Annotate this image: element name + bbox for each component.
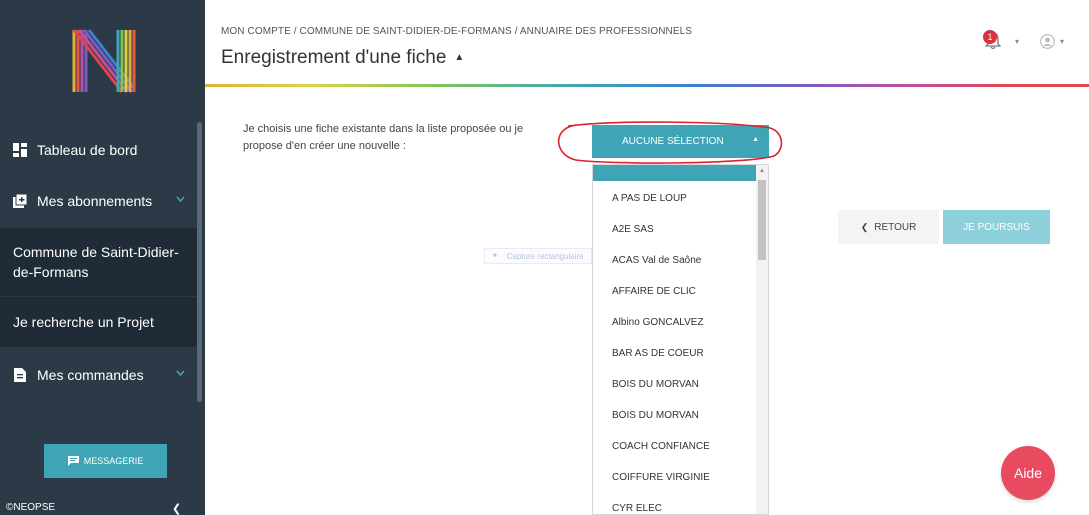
- dropdown-scrollbar[interactable]: ▲: [756, 165, 768, 514]
- dropdown-option[interactable]: A2E SAS: [612, 224, 654, 235]
- sidebar-item-dashboard[interactable]: Tableau de bord: [0, 125, 197, 175]
- fiche-dropdown-list[interactable]: A PAS DE LOUP A2E SAS ACAS Val de Saône …: [592, 164, 769, 515]
- dropdown-option[interactable]: BAR AS DE COEUR: [612, 348, 704, 359]
- dropdown-option[interactable]: AFFAIRE DE CLIC: [612, 286, 696, 297]
- sidebar-item-label: Commune de Saint-Didier-de-Formans: [13, 244, 179, 280]
- page-title-text: Enregistrement d'une fiche: [221, 47, 447, 68]
- dropdown-option[interactable]: COACH CONFIANCE: [612, 441, 710, 452]
- notification-badge: 1: [983, 30, 997, 44]
- sidebar-item-orders[interactable]: Mes commandes: [0, 350, 197, 400]
- continue-button[interactable]: JE POURSUIS: [943, 210, 1050, 244]
- back-button-label: RETOUR: [874, 221, 917, 233]
- dropdown-option[interactable]: A PAS DE LOUP: [612, 193, 687, 204]
- chevron-down-icon: [176, 196, 185, 202]
- dashboard-icon: [13, 143, 27, 157]
- sidebar-scrollbar[interactable]: [197, 122, 202, 402]
- dropdown-scroll-thumb[interactable]: [758, 180, 766, 260]
- user-caret-icon[interactable]: ▾: [1060, 37, 1064, 46]
- collapse-sidebar-icon[interactable]: ❮: [172, 502, 181, 515]
- dropdown-option[interactable]: COIFFURE VIRGINIE: [612, 472, 710, 483]
- dropdown-option[interactable]: Albino GONCALVEZ: [612, 317, 704, 328]
- notification-caret-icon[interactable]: ▾: [1015, 37, 1019, 46]
- help-button-label: Aide: [1013, 465, 1043, 481]
- sidebar-item-label: Je recherche un Projet: [13, 314, 154, 330]
- message-icon: [67, 456, 79, 466]
- red-circle-annotation: [557, 121, 783, 164]
- selection-prompt: Je choisis une fiche existante dans la l…: [243, 123, 524, 152]
- orders-icon: [14, 368, 26, 382]
- page-header: MON COMPTE / COMMUNE DE SAINT-DIDIER-DE-…: [205, 0, 1089, 84]
- subscriptions-icon: [13, 194, 27, 208]
- sidebar-item-commune[interactable]: Commune de Saint-Didier-de-Formans: [0, 228, 197, 296]
- caret-up-icon: ▲: [454, 52, 465, 64]
- capture-tooltip: ■ Capture rectangulaire: [484, 248, 592, 264]
- user-icon[interactable]: [1040, 34, 1055, 49]
- dropdown-option[interactable]: CYR ELEC: [612, 503, 662, 514]
- messagerie-label: MESSAGERIE: [83, 456, 144, 466]
- capture-icon: ■: [493, 253, 497, 259]
- rainbow-divider: [205, 84, 1089, 87]
- page-title[interactable]: Enregistrement d'une fiche ▲: [221, 47, 464, 69]
- chevron-left-icon: ❮: [860, 221, 869, 232]
- sidebar-item-label: Mes commandes: [37, 367, 144, 383]
- messagerie-button[interactable]: MESSAGERIE: [44, 444, 167, 478]
- copyright-text: ©NEOPSE: [6, 502, 56, 513]
- app-logo[interactable]: [0, 0, 205, 122]
- sidebar-item-label: Mes abonnements: [37, 193, 153, 209]
- continue-button-label: JE POURSUIS: [963, 221, 1030, 233]
- dropdown-option[interactable]: BOIS DU MORVAN: [612, 379, 699, 390]
- dropdown-option[interactable]: ACAS Val de Saône: [612, 255, 701, 266]
- chevron-down-icon: [176, 370, 185, 376]
- breadcrumb[interactable]: MON COMPTE / COMMUNE DE SAINT-DIDIER-DE-…: [221, 26, 692, 37]
- help-button[interactable]: Aide: [1001, 446, 1055, 500]
- dropdown-option-empty[interactable]: [593, 165, 756, 181]
- dropdown-option[interactable]: BOIS DU MORVAN: [612, 410, 699, 421]
- scroll-up-icon[interactable]: ▲: [759, 168, 765, 174]
- sidebar-item-projet[interactable]: Je recherche un Projet: [0, 297, 197, 347]
- sidebar: Tableau de bord Mes abonnements Commune …: [0, 0, 205, 515]
- capture-tooltip-text: Capture rectangulaire: [506, 251, 584, 261]
- sidebar-item-label: Tableau de bord: [37, 142, 138, 158]
- logo-n-icon: [72, 29, 136, 93]
- sidebar-item-subscriptions[interactable]: Mes abonnements: [0, 176, 197, 226]
- back-button[interactable]: ❮ RETOUR: [838, 210, 939, 244]
